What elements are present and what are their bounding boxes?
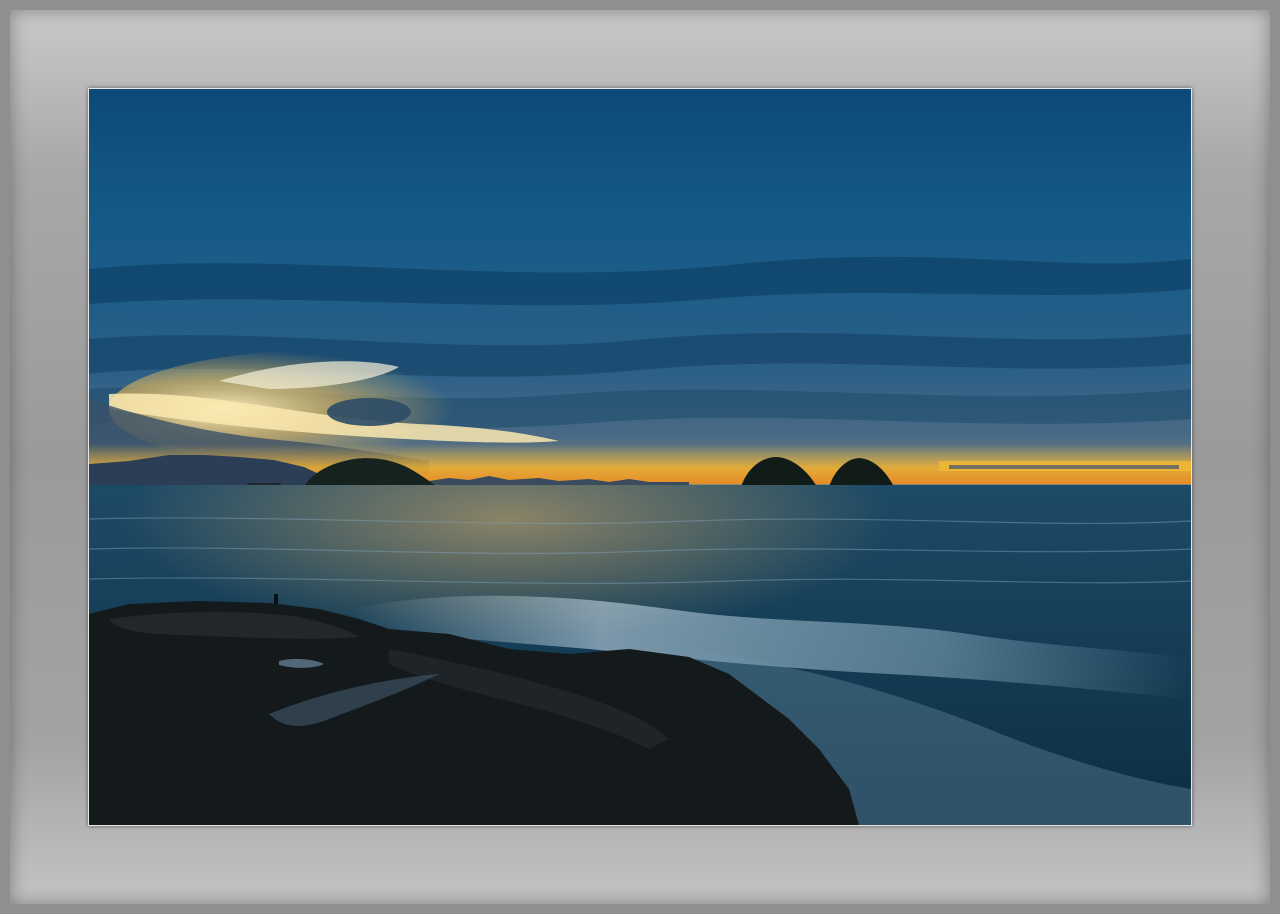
dark-cloud (327, 398, 411, 426)
figure-on-rock (274, 594, 278, 604)
seascape-illustration (89, 89, 1191, 825)
seascape-photo (88, 88, 1192, 826)
horizon-dark-streak (949, 465, 1179, 469)
